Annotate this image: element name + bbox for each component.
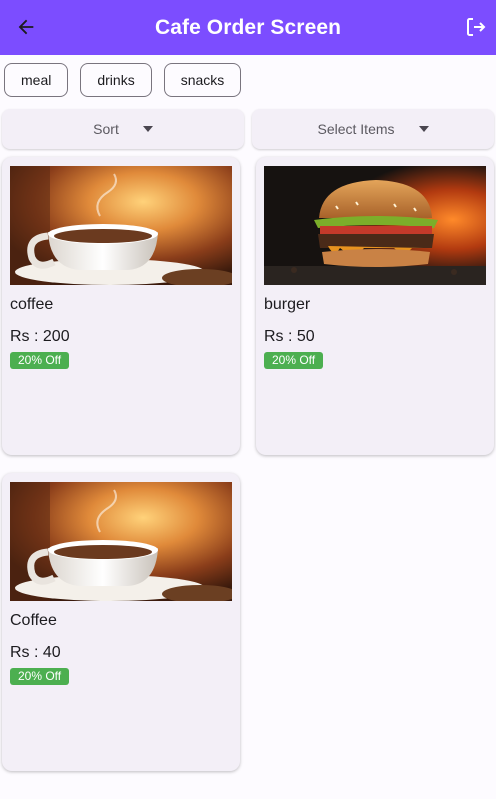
logout-icon <box>467 18 486 36</box>
chip-drinks[interactable]: drinks <box>80 63 152 97</box>
category-chips: meal drinks snacks <box>4 63 242 97</box>
coffee-cup-image <box>10 166 232 285</box>
back-button[interactable] <box>12 13 40 41</box>
menu-item-card[interactable]: Coffee Rs : 40 20% Off <box>2 473 240 771</box>
item-price: Rs : 200 <box>10 328 70 345</box>
chip-snacks[interactable]: snacks <box>163 63 242 97</box>
sort-dropdown[interactable]: Sort <box>2 109 244 149</box>
menu-item-card[interactable]: coffee Rs : 200 20% Off <box>2 157 240 455</box>
item-price: Rs : 50 <box>264 328 315 345</box>
item-name: burger <box>264 296 311 313</box>
arrow-back-icon <box>18 19 34 35</box>
coffee-cup-image <box>10 482 232 601</box>
sort-label: Sort <box>93 121 119 137</box>
item-price: Rs : 40 <box>10 644 61 661</box>
page-title: Cafe Order Screen <box>154 15 342 39</box>
menu-item-card[interactable]: burger Rs : 50 20% Off <box>256 157 494 455</box>
burger-image <box>264 166 486 285</box>
logout-button[interactable] <box>462 13 490 41</box>
item-name: coffee <box>10 296 54 313</box>
select-items-dropdown[interactable]: Select Items <box>252 109 494 149</box>
discount-badge: 20% Off <box>10 668 70 685</box>
caret-down-icon <box>418 126 429 132</box>
caret-down-icon <box>142 126 153 132</box>
item-name: Coffee <box>10 612 57 629</box>
discount-badge: 20% Off <box>10 352 70 369</box>
discount-badge: 20% Off <box>264 352 324 369</box>
app-bar: Cafe Order Screen <box>0 0 496 55</box>
select-items-label: Select Items <box>317 121 395 137</box>
chip-meal[interactable]: meal <box>4 63 69 97</box>
